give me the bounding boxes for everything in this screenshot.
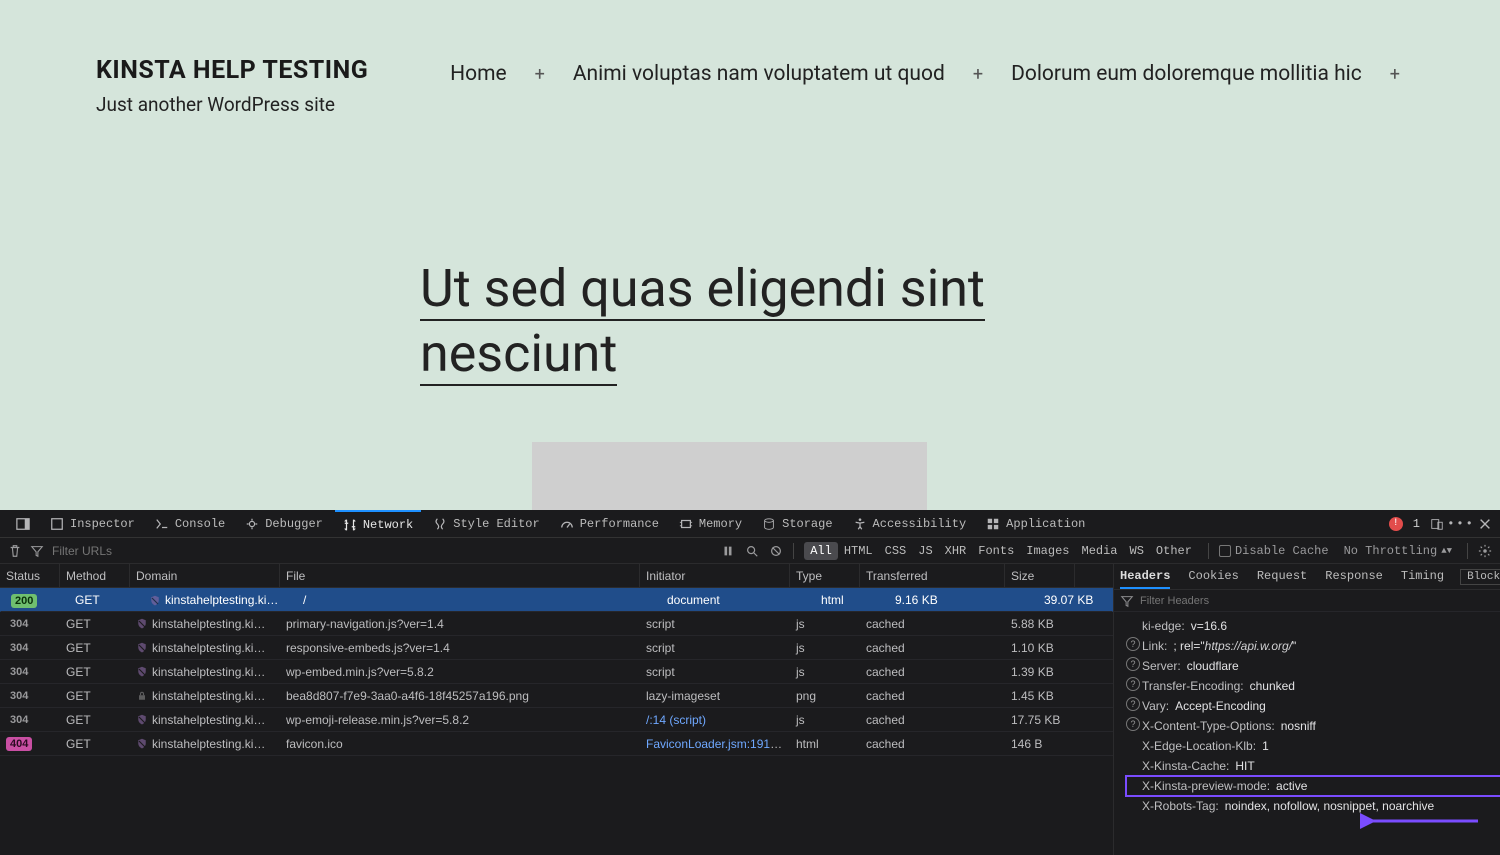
request-detail-pane: Headers Cookies Request Response Timing Bloc… bbox=[1114, 564, 1500, 855]
site-tagline: Just another WordPress site bbox=[96, 93, 368, 116]
tab-storage[interactable]: Storage bbox=[754, 510, 840, 538]
tab-accessibility[interactable]: Accessibility bbox=[845, 510, 975, 538]
webpage: KINSTA HELP TESTING Just another WordPre… bbox=[0, 0, 1500, 510]
close-icon[interactable] bbox=[1478, 517, 1492, 531]
request-row[interactable]: 404GETkinstahelptesting.ki…favicon.icoFa… bbox=[0, 732, 1113, 756]
detail-tab-timing[interactable]: Timing bbox=[1401, 565, 1444, 589]
network-filter-bar: AllHTMLCSSJSXHRFontsImagesMediaWSOther D… bbox=[0, 538, 1500, 564]
column-header[interactable]: Type bbox=[790, 564, 860, 587]
search-icon[interactable] bbox=[745, 544, 759, 558]
clear-icon[interactable] bbox=[8, 544, 22, 558]
network-table: StatusMethodDomainFileInitiatorTypeTrans… bbox=[0, 564, 1114, 855]
tab-style-editor[interactable]: Style Editor bbox=[425, 510, 547, 538]
type-filter-js[interactable]: JS bbox=[912, 542, 938, 560]
primary-nav: Home + Animi voluptas nam voluptatem ut … bbox=[450, 62, 1404, 86]
shield-icon bbox=[136, 738, 148, 750]
column-header[interactable]: Size bbox=[1005, 564, 1075, 587]
request-row[interactable]: 304GETkinstahelptesting.ki…wp-embed.min.… bbox=[0, 660, 1113, 684]
filter-icon[interactable] bbox=[30, 544, 44, 558]
filter-headers-input[interactable] bbox=[1140, 595, 1500, 607]
tab-memory[interactable]: Memory bbox=[671, 510, 750, 538]
nav-item-3[interactable]: Dolorum eum doloremque mollitia hic bbox=[1011, 62, 1362, 86]
shield-icon bbox=[136, 642, 148, 654]
type-filter-all[interactable]: All bbox=[804, 542, 838, 560]
devtools-panel: Inspector Console Debugger Network Style… bbox=[0, 510, 1500, 855]
request-row[interactable]: 304GETkinstahelptesting.ki…responsive-em… bbox=[0, 636, 1113, 660]
column-header[interactable]: Transferred bbox=[860, 564, 1005, 587]
response-headers-list: ki-edge:v=16.6Link:; rel="https://api.w.… bbox=[1114, 612, 1500, 824]
request-row[interactable]: 304GETkinstahelptesting.ki…bea8d807-f7e9… bbox=[0, 684, 1113, 708]
tab-console[interactable]: Console bbox=[147, 510, 233, 538]
site-header: KINSTA HELP TESTING Just another WordPre… bbox=[0, 0, 1500, 116]
type-filter-fonts[interactable]: Fonts bbox=[972, 542, 1020, 560]
site-title[interactable]: KINSTA HELP TESTING bbox=[96, 56, 368, 85]
column-header[interactable]: Initiator bbox=[640, 564, 790, 587]
error-count-badge[interactable]: ! bbox=[1389, 517, 1403, 531]
submenu-toggle-icon[interactable]: + bbox=[969, 64, 987, 85]
post: Ut sed quas eligendi sint nesciunt bbox=[420, 256, 1120, 522]
disable-cache-checkbox[interactable]: Disable Cache bbox=[1219, 544, 1329, 558]
table-header-row: StatusMethodDomainFileInitiatorTypeTrans… bbox=[0, 564, 1113, 588]
column-header[interactable]: File bbox=[280, 564, 640, 587]
response-header: Vary:Accept-Encoding bbox=[1126, 696, 1500, 716]
column-header[interactable]: Status bbox=[0, 564, 60, 587]
meatball-menu-icon[interactable]: ••• bbox=[1454, 517, 1468, 531]
request-row[interactable]: 200GETkinstahelptesting.ki…/documenthtml… bbox=[0, 588, 1113, 612]
shield-icon bbox=[149, 595, 161, 607]
post-title[interactable]: Ut sed quas eligendi sint nesciunt bbox=[420, 256, 1120, 386]
response-header: Link:; rel="https://api.w.org/" bbox=[1126, 636, 1500, 656]
type-filter-media[interactable]: Media bbox=[1076, 542, 1124, 560]
column-header[interactable]: Method bbox=[60, 564, 130, 587]
column-header[interactable]: Domain bbox=[130, 564, 280, 587]
request-row[interactable]: 304GETkinstahelptesting.ki…primary-navig… bbox=[0, 612, 1113, 636]
shield-icon bbox=[136, 618, 148, 630]
response-header: X-Kinsta-Cache:HIT bbox=[1126, 756, 1500, 776]
responsive-design-icon[interactable] bbox=[1430, 517, 1444, 531]
response-header: Server:cloudflare bbox=[1126, 656, 1500, 676]
lock-icon bbox=[136, 690, 148, 702]
tab-application[interactable]: Application bbox=[978, 510, 1093, 538]
filter-urls-input[interactable] bbox=[52, 544, 192, 558]
nav-item-2[interactable]: Animi voluptas nam voluptatem ut quod bbox=[573, 62, 945, 86]
shield-icon bbox=[136, 666, 148, 678]
tab-debugger[interactable]: Debugger bbox=[237, 510, 331, 538]
shield-icon bbox=[136, 714, 148, 726]
response-header: X-Content-Type-Options:nosniff bbox=[1126, 716, 1500, 736]
type-filter-images[interactable]: Images bbox=[1020, 542, 1075, 560]
filter-icon[interactable] bbox=[1120, 594, 1134, 608]
dock-toggle-icon[interactable] bbox=[8, 510, 38, 538]
type-filter-ws[interactable]: WS bbox=[1124, 542, 1150, 560]
annotation-arrow bbox=[1360, 811, 1480, 831]
submenu-toggle-icon[interactable]: + bbox=[1386, 64, 1404, 85]
block-icon[interactable] bbox=[769, 544, 783, 558]
detail-tab-headers[interactable]: Headers bbox=[1120, 565, 1170, 589]
type-filter-html[interactable]: HTML bbox=[838, 542, 879, 560]
block-button[interactable]: Block bbox=[1460, 569, 1500, 585]
response-header: X-Edge-Location-Klb:1 bbox=[1126, 736, 1500, 756]
detail-tabs: Headers Cookies Request Response Timing Bloc… bbox=[1114, 564, 1500, 590]
request-row[interactable]: 304GETkinstahelptesting.ki…wp-emoji-rele… bbox=[0, 708, 1113, 732]
response-header: ki-edge:v=16.6 bbox=[1126, 616, 1500, 636]
throttling-select[interactable]: No Throttling▲▼ bbox=[1339, 541, 1457, 561]
devtools-toolbar: Inspector Console Debugger Network Style… bbox=[0, 510, 1500, 538]
type-filter-xhr[interactable]: XHR bbox=[939, 542, 973, 560]
response-header: X-Kinsta-preview-mode:active bbox=[1126, 776, 1500, 796]
submenu-toggle-icon[interactable]: + bbox=[531, 64, 549, 85]
type-filter-css[interactable]: CSS bbox=[879, 542, 913, 560]
detail-tab-request[interactable]: Request bbox=[1257, 565, 1307, 589]
detail-tab-cookies[interactable]: Cookies bbox=[1188, 565, 1238, 589]
response-header: Transfer-Encoding:chunked bbox=[1126, 676, 1500, 696]
nav-home[interactable]: Home bbox=[450, 62, 507, 86]
tab-inspector[interactable]: Inspector bbox=[42, 510, 143, 538]
tab-network[interactable]: Network bbox=[335, 510, 421, 538]
detail-tab-response[interactable]: Response bbox=[1325, 565, 1383, 589]
type-filter-other[interactable]: Other bbox=[1150, 542, 1198, 560]
pause-icon[interactable] bbox=[721, 544, 735, 558]
error-count: 1 bbox=[1413, 517, 1420, 531]
gear-icon[interactable] bbox=[1478, 544, 1492, 558]
tab-performance[interactable]: Performance bbox=[552, 510, 667, 538]
